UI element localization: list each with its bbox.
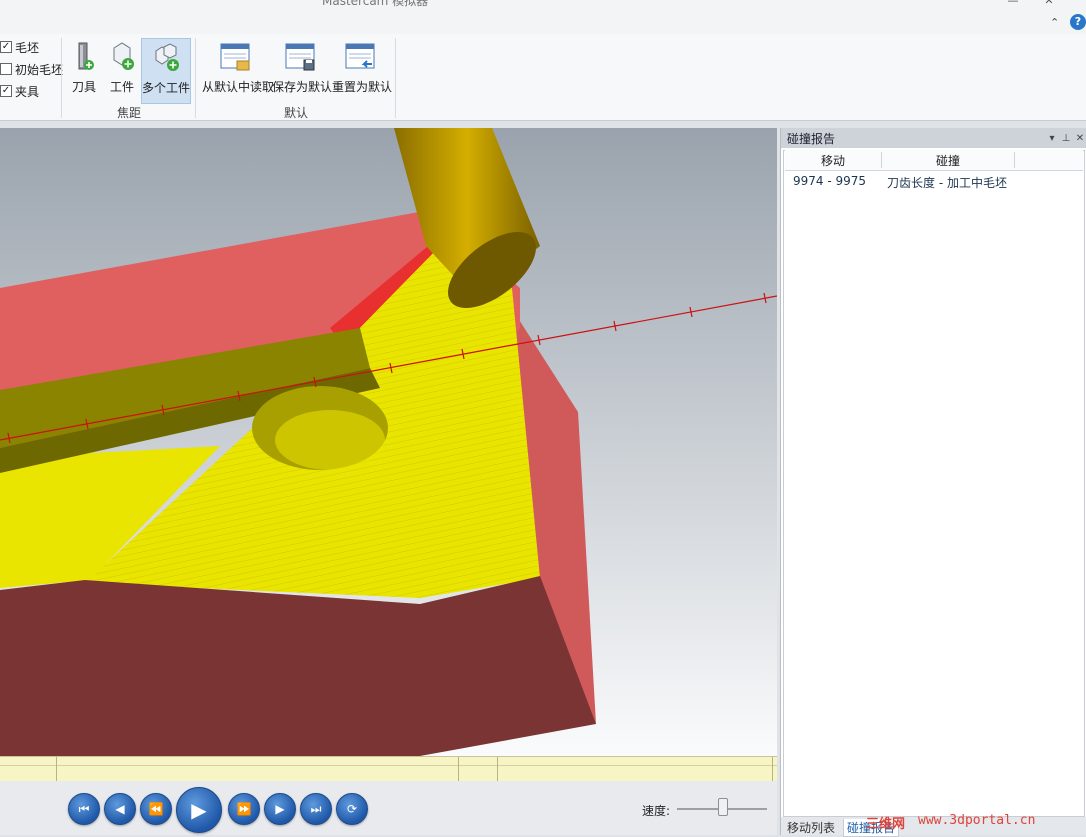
timeline-bar[interactable] [0,756,777,782]
save-default-icon [285,43,315,71]
timeline-marker [56,757,57,781]
collision-table [783,150,1085,817]
checkbox-fixture-box[interactable]: ✓ [0,85,12,97]
close-icon[interactable]: ✕ [1040,0,1058,7]
focus-tool-label: 刀具 [71,80,96,94]
timeline-marker [458,757,459,781]
reset-default-icon [345,43,375,69]
last-button[interactable]: ⏭ [300,793,332,825]
group-separator [61,38,62,118]
play-button[interactable]: ▶ [176,787,222,833]
title-bar: Mastercam 模拟器 — ✕ ⌃ ? [0,0,1086,35]
help-icon[interactable]: ? [1070,14,1086,30]
dropdown-icon[interactable]: ▾ [1045,133,1059,144]
first-button[interactable]: ⏮ [68,793,100,825]
checkbox-stock-label: 毛坯 [15,40,40,55]
play-icon: ▶ [191,798,207,822]
timeline-track [0,765,777,766]
window-title: Mastercam 模拟器 [322,0,429,8]
simulation-viewport[interactable] [0,128,777,756]
table-header: 移动 碰撞 [785,150,1083,171]
timeline-marker [772,757,773,781]
row-move-range: 9974 - 9975 [793,174,867,188]
step-back-icon: ◀ [115,802,125,816]
loop-button[interactable]: ⟳ [336,793,368,825]
table-row[interactable]: 9974 - 9975 刀齿长度 - 加工中毛坯 [785,172,1083,192]
checkbox-fixture-label: 夹具 [15,84,40,99]
bore-rim [275,410,385,470]
row-collision-desc: 刀齿长度 - 加工中毛坯 [887,176,1007,190]
checkbox-stock-box[interactable]: ✓ [0,41,12,53]
last-icon: ⏭ [310,802,322,816]
ribbon: ✓ 毛坯 初始毛坯 ✓ 夹具 刀具 工件 多个工件 焦距 从默认中读取 保存为默… [0,34,1086,121]
first-icon: ⏮ [78,802,90,816]
collision-report-panel: 碰撞报告 ▾ ⊥ ✕ 移动 碰撞 9974 - 9975 刀齿长度 - 加工中毛… [780,128,1086,837]
checkbox-initial-stock-label: 初始毛坯 [15,62,64,77]
tool-plus-icon [78,42,94,70]
minimize-icon[interactable]: — [1004,0,1022,7]
step-back-button[interactable]: ◀ [104,793,136,825]
column-header-collision[interactable]: 碰撞 [882,152,1014,169]
column-header-move[interactable]: 移动 [785,152,881,169]
workpiece-plus-icon [113,42,134,70]
close-panel-icon[interactable]: ✕ [1073,133,1086,144]
checkbox-stock[interactable]: ✓ 毛坯 [0,38,39,56]
focus-tool-button[interactable]: 刀具 [66,38,102,102]
read-default-icon [220,43,250,71]
panel-title: 碰撞报告 [787,131,836,146]
default-group-label: 默认 [284,106,309,120]
step-forward-button[interactable]: ▶ [264,793,296,825]
pin-icon[interactable]: ⊥ [1059,133,1073,144]
watermark-cn: 三维网 [866,817,906,832]
focus-multi-workpiece-button[interactable]: 多个工件 [141,38,191,104]
multi-workpiece-plus-icon [155,43,179,71]
column-separator[interactable] [1014,152,1015,168]
fast-forward-button[interactable]: ⏩ [228,793,260,825]
checkbox-initial-stock[interactable]: 初始毛坯 [0,60,63,78]
fast-forward-icon: ⏩ [236,802,252,816]
save-default-button[interactable]: 保存为默认 [272,38,333,102]
collapse-ribbon-icon[interactable]: ⌃ [1050,16,1064,30]
read-default-label: 从默认中读取 [202,80,275,94]
focus-multi-workpiece-label: 多个工件 [142,81,191,95]
panel-header: 碰撞报告 ▾ ⊥ ✕ [781,128,1086,148]
save-default-label: 保存为默认 [272,80,333,94]
loop-icon: ⟳ [346,802,358,816]
checkbox-fixture[interactable]: ✓ 夹具 [0,82,39,100]
focus-workpiece-button[interactable]: 工件 [104,38,140,102]
group-separator [395,38,396,118]
focus-workpiece-label: 工件 [109,80,134,94]
tab-move-list[interactable]: 移动列表 [787,819,835,836]
reset-default-label: 重置为默认 [332,80,393,94]
speed-label: 速度: [642,804,671,818]
playback-controls: ⏮ ◀ ⏪ ▶ ⏩ ▶ ⏭ ⟳ 速度: [0,781,777,835]
simulation-scene[interactable] [0,128,777,756]
speed-slider-thumb[interactable] [718,798,728,816]
checkbox-initial-stock-box[interactable] [0,63,12,75]
step-forward-icon: ▶ [275,802,285,816]
group-separator [195,38,196,118]
focus-group-label: 焦距 [117,106,142,120]
reset-default-button[interactable]: 重置为默认 [332,38,393,102]
rewind-icon: ⏪ [148,802,164,816]
timeline-marker [497,757,498,781]
rewind-button[interactable]: ⏪ [140,793,172,825]
read-default-button[interactable]: 从默认中读取 [202,38,275,102]
watermark-url: www.3dportal.cn [918,813,1036,828]
stock-front-face [0,576,596,756]
